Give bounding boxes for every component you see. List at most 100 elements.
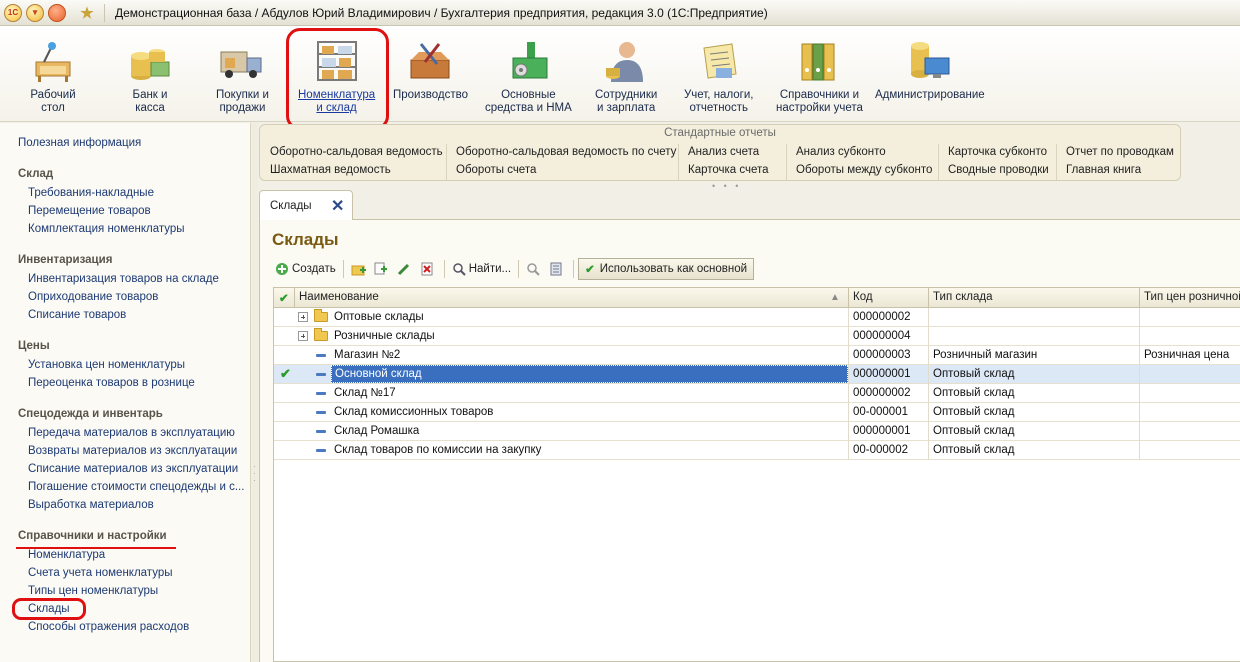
edit-button[interactable]: [394, 258, 417, 280]
report-link[interactable]: Карточка счета: [688, 164, 769, 176]
expand-icon[interactable]: [298, 312, 308, 322]
table-row[interactable]: Склад товаров по комиссии на закупку 00-…: [274, 441, 1240, 460]
section-directories-settings[interactable]: Справочники и настройки учета: [776, 38, 863, 115]
annotation-underline: [16, 547, 176, 549]
create-label: Создать: [292, 263, 336, 275]
add-icon: [275, 262, 289, 276]
nav-item-expense-methods[interactable]: Способы отражения расходов: [28, 621, 189, 633]
nav-item-materials-output[interactable]: Выработка материалов: [28, 499, 154, 511]
cell-code: 000000004: [853, 330, 911, 342]
item-icon: [316, 430, 326, 433]
report-link[interactable]: Анализ субконто: [796, 146, 886, 158]
nav-item-repayment-workwear[interactable]: Погашение стоимости спецодежды и с...: [28, 481, 244, 493]
table-row[interactable]: Розничные склады 000000004: [274, 327, 1240, 346]
table-row-selected[interactable]: ✔ Основной склад 000000001 Оптовый склад: [274, 365, 1240, 384]
report-link[interactable]: Главная книга: [1066, 164, 1141, 176]
money-icon: [127, 38, 173, 84]
table-row[interactable]: Оптовые склады 000000002: [274, 308, 1240, 327]
section-accounting-taxes[interactable]: Учет, налоги, отчетность: [684, 38, 754, 115]
nav-item-set-prices[interactable]: Установка цен номенклатуры: [28, 359, 185, 371]
section-label-line2: отчетность: [689, 102, 748, 114]
cell-type: Оптовый склад: [933, 406, 1015, 418]
section-employees[interactable]: Сотрудники и зарплата: [595, 38, 657, 115]
nav-item-inventory-count[interactable]: Инвентаризация товаров на складе: [28, 273, 219, 285]
table-row[interactable]: Склад №17 000000002 Оптовый склад: [274, 384, 1240, 403]
section-label-line1: Сотрудники: [595, 89, 658, 101]
report-link[interactable]: Обороты между субконто: [796, 164, 932, 176]
app-logo-icon[interactable]: 1С: [4, 3, 22, 22]
report-link[interactable]: Обороты счета: [456, 164, 536, 176]
panel-splitter[interactable]: · · ·: [252, 123, 258, 662]
table-row[interactable]: Склад Ромашка 000000001 Оптовый склад: [274, 422, 1240, 441]
nav-item-write-off-goods[interactable]: Списание товаров: [28, 309, 126, 321]
report-link[interactable]: Сводные проводки: [948, 164, 1049, 176]
section-label-line1: Основные: [501, 89, 556, 101]
nav-item-goods-transfer[interactable]: Перемещение товаров: [28, 205, 151, 217]
column-header-name[interactable]: Наименование: [299, 291, 379, 303]
navigation-panel: Полезная информация Склад Требования-нак…: [0, 123, 251, 662]
expand-icon[interactable]: [298, 331, 308, 341]
annotation-highlight-item: [12, 598, 86, 620]
nav-item-write-off-materials[interactable]: Списание материалов из эксплуатации: [28, 463, 238, 475]
section-label-line2: настройки учета: [776, 102, 863, 114]
warehouses-table[interactable]: ✔ Наименование ▲ Код Тип склада Тип цен …: [273, 287, 1240, 662]
section-label-line1: Рабочий: [30, 89, 76, 101]
nav-item-assembly[interactable]: Комплектация номенклатуры: [28, 223, 185, 235]
report-link[interactable]: Анализ счета: [688, 146, 759, 158]
table-row[interactable]: Магазин №2 000000003 Розничный магазин Р…: [274, 346, 1240, 365]
checkmark-icon: ✔: [585, 264, 595, 276]
nav-item-return-materials[interactable]: Возвраты материалов из эксплуатации: [28, 445, 237, 457]
delete-button[interactable]: [417, 258, 440, 280]
section-production[interactable]: Производство: [393, 38, 468, 102]
cancel-search-button[interactable]: [523, 258, 546, 280]
section-desktop[interactable]: Рабочий стол: [30, 38, 76, 115]
nav-item-nomenclature[interactable]: Номенклатура: [28, 549, 105, 561]
report-link[interactable]: Шахматная ведомость: [270, 164, 391, 176]
selected-cell[interactable]: Основной склад: [331, 365, 848, 383]
window-title: Демонстрационная база / Абдулов Юрий Вла…: [115, 5, 768, 20]
nav-item-receipt-goods[interactable]: Оприходование товаров: [28, 291, 158, 303]
table-row[interactable]: Склад комиссионных товаров 00-000001 Опт…: [274, 403, 1240, 422]
nav-group-directories: Справочники и настройки: [18, 530, 167, 542]
nav-item-transfer-materials[interactable]: Передача материалов в эксплуатацию: [28, 427, 235, 439]
sort-asc-icon[interactable]: ▲: [830, 292, 840, 303]
create-group-button[interactable]: [348, 258, 371, 280]
column-header-type[interactable]: Тип склада: [933, 291, 993, 303]
close-icon[interactable]: [48, 3, 66, 22]
search-icon: [452, 262, 466, 276]
copy-button[interactable]: [371, 258, 394, 280]
cell-code: 000000002: [853, 387, 911, 399]
section-bank[interactable]: Банк и касса: [127, 38, 173, 115]
favorites-star-icon[interactable]: ★: [78, 4, 96, 22]
report-link[interactable]: Оборотно-сальдовая ведомость по счету: [456, 146, 676, 158]
section-fixed-assets[interactable]: Основные средства и НМА: [485, 38, 572, 115]
cell-name: Магазин №2: [334, 349, 401, 361]
nav-item-requisitions[interactable]: Требования-накладные: [28, 187, 154, 199]
item-icon: [316, 449, 326, 452]
report-link[interactable]: Отчет по проводкам: [1066, 146, 1174, 158]
cell-type: Розничный магазин: [933, 349, 1038, 361]
main-menu-icon[interactable]: ▾: [26, 3, 44, 22]
nav-item-accounts-nomenclature[interactable]: Счета учета номенклатуры: [28, 567, 173, 579]
column-header-code[interactable]: Код: [853, 291, 873, 303]
list-settings-button[interactable]: [546, 258, 569, 280]
tab-warehouses[interactable]: Склады ✕: [259, 190, 353, 221]
cell-type: Оптовый склад: [933, 387, 1015, 399]
find-button[interactable]: Найти...: [449, 258, 514, 280]
useful-info-link[interactable]: Полезная информация: [18, 137, 141, 149]
reports-title: Стандартные отчеты: [664, 127, 776, 139]
nav-item-price-types[interactable]: Типы цен номенклатуры: [28, 585, 158, 597]
section-administration[interactable]: Администрирование: [875, 38, 985, 102]
report-link[interactable]: Оборотно-сальдовая ведомость: [270, 146, 443, 158]
use-as-main-button[interactable]: ✔ Использовать как основной: [578, 258, 755, 280]
desk-icon: [30, 38, 76, 84]
section-label-line1: Справочники и: [779, 89, 860, 101]
column-header-price-type[interactable]: Тип цен розничной: [1144, 291, 1240, 303]
section-purchases-sales[interactable]: Покупки и продажи: [216, 38, 269, 115]
create-button[interactable]: Создать: [272, 258, 339, 280]
cell-name: Основной склад: [335, 368, 422, 380]
report-link[interactable]: Карточка субконто: [948, 146, 1047, 158]
folder-icon: [314, 309, 328, 322]
close-icon[interactable]: ✕: [331, 196, 344, 216]
nav-item-revaluation[interactable]: Переоценка товаров в рознице: [28, 377, 195, 389]
